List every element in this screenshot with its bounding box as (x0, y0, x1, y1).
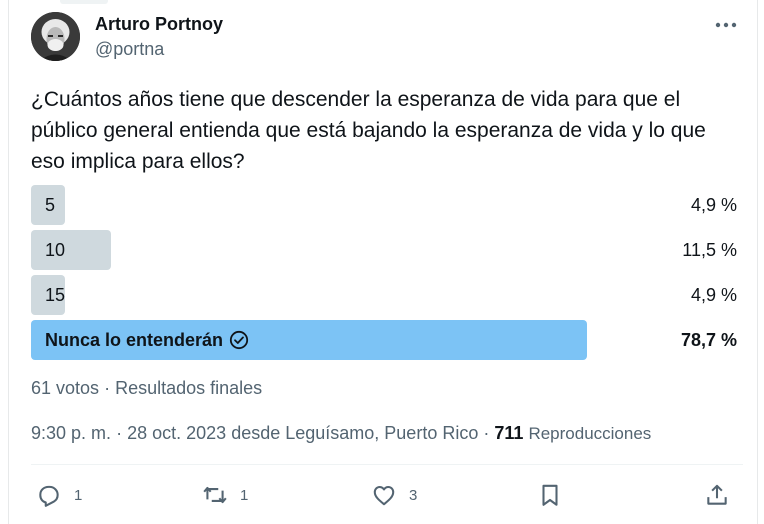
previous-item-stub (60, 0, 108, 4)
reply-count: 1 (74, 486, 83, 504)
share-icon (707, 484, 727, 505)
poll-option-10: 10 11,5 % (31, 230, 743, 270)
poll-option-label: 5 (45, 185, 55, 225)
separator: · (116, 423, 123, 443)
author-handle[interactable]: @portna (95, 38, 164, 60)
poll-option-bar (31, 230, 111, 270)
poll-votes: 61 votos (31, 378, 100, 398)
author-name[interactable]: Arturo Portnoy (95, 13, 223, 35)
poll-status: Resultados finales (115, 378, 263, 398)
poll-option-5: 5 4,9 % (31, 185, 743, 225)
poll-option-label-text: Nunca lo entenderán (45, 330, 224, 350)
separator: · (483, 423, 490, 443)
reply-button[interactable]: 1 (36, 480, 82, 510)
poll-option-nunca: Nunca lo entenderán 78,7 % (31, 320, 743, 360)
share-button[interactable] (704, 480, 730, 510)
poll-option-label-text: 15 (45, 285, 66, 305)
more-options-button[interactable] (707, 10, 745, 40)
views-count[interactable]: 711 (494, 423, 523, 443)
poll-option-15: 15 4,9 % (31, 275, 743, 315)
check-circle-icon (229, 330, 249, 350)
poll-option-label: 10 (45, 230, 65, 270)
poll-option-label: Nunca lo entenderán (45, 320, 249, 360)
card-border-right (757, 0, 758, 524)
poll-option-label: 15 (45, 275, 65, 315)
poll-option-percent: 4,9 % (690, 285, 737, 305)
bookmark-icon (542, 484, 558, 506)
like-count: 3 (409, 486, 418, 504)
repost-icon (203, 486, 227, 504)
bookmark-button[interactable] (537, 480, 563, 510)
tweet-location: desde Leguísamo, Puerto Rico (231, 423, 479, 443)
separator: · (104, 378, 111, 398)
avatar[interactable] (31, 12, 80, 61)
reply-icon (39, 485, 59, 507)
repost-count: 1 (240, 486, 249, 504)
avatar-photo (31, 12, 80, 61)
poll-option-percent: 78,7 % (680, 330, 737, 350)
more-icon (715, 22, 737, 28)
like-icon (373, 485, 395, 506)
poll-summary: 61 votos · Resultados finales (31, 376, 262, 400)
tweet-time[interactable]: 9:30 p. m. (31, 423, 111, 443)
views-label: Reproducciones (528, 424, 652, 443)
repost-button[interactable]: 1 (202, 480, 248, 510)
tweet-text: ¿Cuántos años tiene que descender la esp… (31, 88, 706, 173)
poll-option-percent: 4,9 % (690, 195, 737, 215)
card-border-left (8, 0, 9, 524)
tweet-meta: 9:30 p. m. · 28 oct. 2023 desde Leguísam… (31, 421, 651, 446)
like-button[interactable]: 3 (371, 480, 417, 510)
poll-option-percent: 11,5 % (682, 240, 737, 260)
poll-option-label-text: 5 (45, 195, 56, 215)
poll-option-label-text: 10 (45, 240, 66, 260)
tweet-date[interactable]: 28 oct. 2023 (127, 423, 226, 443)
divider (31, 464, 743, 465)
